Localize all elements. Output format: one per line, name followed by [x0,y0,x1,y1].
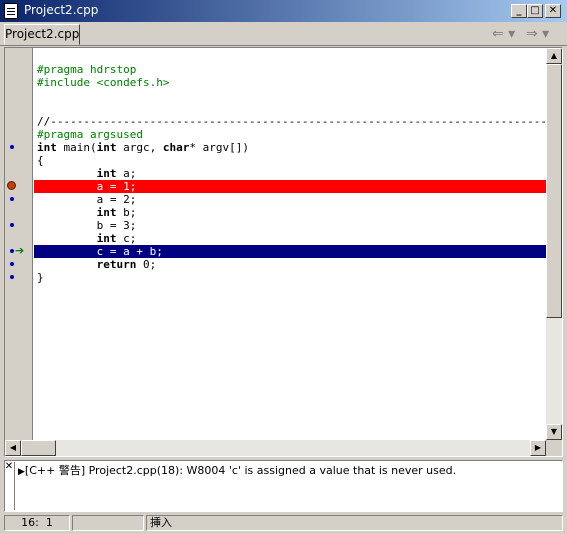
line-marker-icon [10,223,14,227]
scroll-right-button[interactable]: ▶ [530,440,546,456]
code-line: { [37,154,44,167]
status-bar: 16: 1 挿入 [0,513,567,534]
title-bar: Project2.cpp _ □ ✕ [0,0,567,22]
code-line: } [37,271,44,284]
back-nav-button[interactable]: ⇐ ▾ [492,26,515,42]
expand-arrow-icon[interactable]: ▶ [18,467,25,477]
code-line: #pragma hdrstop [37,63,137,76]
message-text: [C++ 警告] Project2.cpp(18): W8004 'c' is … [24,464,457,477]
code-line: a = 2; [37,193,137,206]
minimize-button[interactable]: _ [511,4,527,18]
document-icon [4,3,18,19]
modified-indicator [72,515,144,531]
scrollbar-corner [546,440,562,456]
close-pane-icon[interactable]: ✕ [4,462,14,472]
maximize-button[interactable]: □ [527,4,543,18]
code-line: int c; [96,232,137,245]
horizontal-scroll-thumb[interactable] [21,440,56,456]
scroll-left-button[interactable]: ◀ [5,440,21,456]
execution-line: c = a + b; [34,245,546,258]
code-line: int main(int argc, char* argv[]) [37,141,249,154]
code-line: return 0; [96,258,157,271]
window-title: Project2.cpp [24,3,99,17]
line-marker-icon [10,262,14,266]
line-marker-icon [10,145,14,149]
line-marker-icon [10,275,14,279]
scroll-down-button[interactable]: ▼ [546,424,562,440]
message-item[interactable]: ▶[C++ 警告] Project2.cpp(18): W8004 'c' is… [18,462,456,478]
cursor-position: 16: 1 [4,515,70,531]
line-marker-icon [10,197,14,201]
execution-point-icon: ➔ [15,244,25,257]
insert-mode: 挿入 [146,515,563,531]
code-line: b = 3; [37,219,137,232]
code-line: //--------------------------------------… [37,115,546,128]
horizontal-scrollbar[interactable]: ◀ ▶ [5,440,546,456]
tab-strip: Project2.cpp ⇐ ▾ ⇒ ▾ [0,22,567,46]
scroll-up-button[interactable]: ▲ [546,48,562,64]
forward-nav-button[interactable]: ⇒ ▾ [526,26,549,42]
tab-project2-cpp[interactable]: Project2.cpp [4,24,80,45]
editor-gutter[interactable]: ➔ [5,48,33,440]
breakpoint-line: a = 1; [34,180,546,193]
code-line: #include <condefs.h> [37,76,170,89]
breakpoint-icon[interactable] [7,181,16,190]
code-line: int a; [96,167,137,180]
line-marker-icon [10,249,14,253]
close-button[interactable]: ✕ [545,4,561,18]
code-line: #pragma argsused [37,128,143,141]
vertical-scroll-thumb[interactable] [546,64,562,318]
code-area[interactable]: #pragma hdrstop #include <condefs.h> //-… [34,48,546,440]
code-line: int b; [96,206,137,219]
